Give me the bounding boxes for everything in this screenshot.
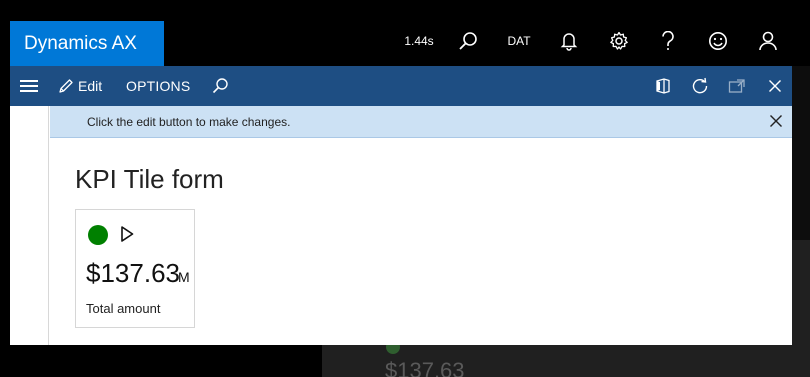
background-kpi-value: $137.63 <box>385 358 465 377</box>
help-icon[interactable] <box>657 29 679 53</box>
refresh-icon[interactable] <box>691 77 709 95</box>
search-icon[interactable] <box>211 77 229 100</box>
app-title[interactable]: Dynamics AX <box>10 21 164 66</box>
user-icon[interactable] <box>756 29 780 53</box>
office-icon[interactable] <box>654 77 672 95</box>
kpi-tile[interactable]: $137.63 M Total amount <box>75 209 195 328</box>
search-icon[interactable] <box>456 29 480 53</box>
info-message: Click the edit button to make changes. <box>87 115 291 129</box>
top-navigation-bar: Dynamics AX 1.44s DAT <box>0 0 810 66</box>
gear-icon[interactable] <box>607 29 631 53</box>
background-edge <box>792 66 810 240</box>
pencil-icon <box>59 79 73 93</box>
edit-button[interactable]: Edit <box>58 75 102 97</box>
options-tab[interactable]: OPTIONS <box>126 75 190 97</box>
app-window: $137.63 Dynamics AX 1.44s DAT Edit OPTIO… <box>0 0 810 377</box>
company-selector[interactable]: DAT <box>504 29 534 53</box>
status-indicator-icon <box>88 225 108 245</box>
kpi-unit: M <box>178 269 190 285</box>
popout-icon[interactable] <box>728 77 746 95</box>
edit-button-label: Edit <box>78 78 103 94</box>
bell-icon[interactable] <box>558 29 580 53</box>
smiley-icon[interactable] <box>706 29 730 53</box>
play-icon[interactable] <box>119 225 135 248</box>
timer-readout: 1.44s <box>404 34 434 48</box>
kpi-label: Total amount <box>86 301 161 316</box>
kpi-tile-form-dialog: Edit OPTIONS Click the edit button to ma… <box>10 66 792 345</box>
dialog-action-bar: Edit OPTIONS <box>10 66 792 106</box>
menu-icon[interactable] <box>20 78 40 94</box>
dismiss-message-close-icon[interactable] <box>769 114 785 130</box>
close-icon[interactable] <box>766 77 784 95</box>
kpi-value: $137.63 <box>86 258 180 288</box>
info-message-bar: Click the edit button to make changes. <box>50 106 792 138</box>
navigation-rail <box>10 106 49 345</box>
page-title: KPI Tile form <box>75 164 224 194</box>
